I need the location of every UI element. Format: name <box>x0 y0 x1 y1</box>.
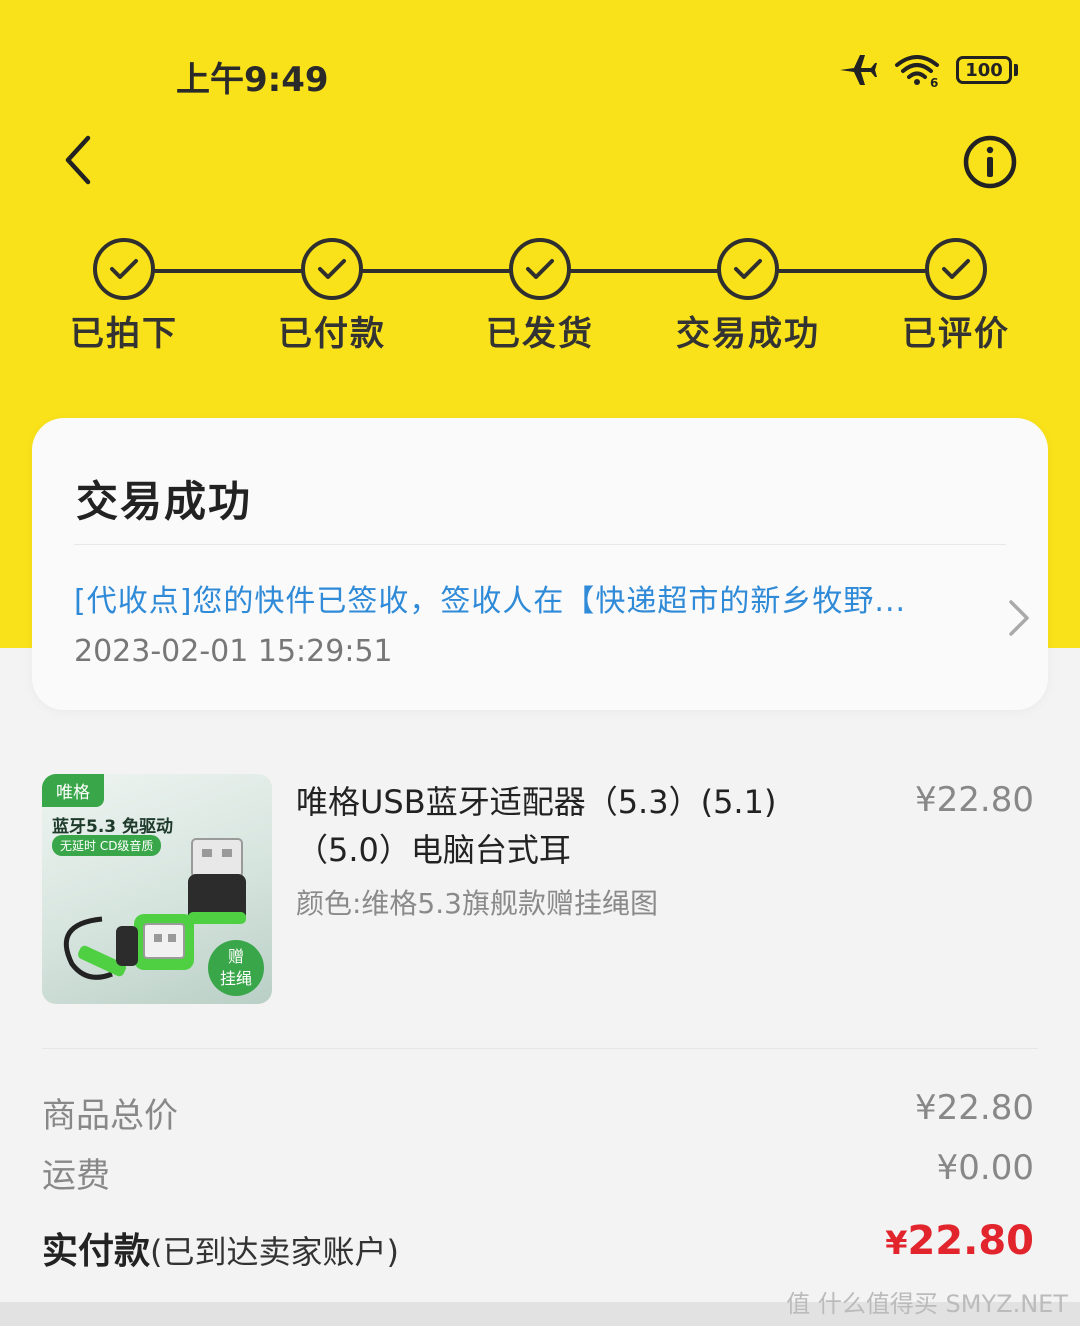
paid-note: (已到达卖家账户) <box>150 1233 399 1271</box>
divider <box>74 544 1006 545</box>
gift-line-2: 挂绳 <box>219 969 252 988</box>
paid-amount: ¥22.80 <box>885 1218 1034 1264</box>
paid-value: 22.80 <box>907 1218 1034 1264</box>
paid-label: 实付款(已到达卖家账户) <box>42 1222 399 1274</box>
product-image[interactable]: 唯格 蓝牙5.3 免驱动 无延时 CD级音质 赠 挂绳 <box>42 774 272 1004</box>
divider <box>42 1048 1038 1049</box>
step-check-icon <box>93 238 155 300</box>
progress-step: 已评价 <box>866 238 1046 355</box>
status-icons: 6 100 <box>838 52 1018 88</box>
progress-step: 已拍下 <box>34 238 214 355</box>
order-status-title: 交易成功 <box>76 477 253 526</box>
product-spec: 颜色:维格5.3旗舰款赠挂绳图 <box>296 887 658 920</box>
gift-line-1: 赠 <box>227 947 244 966</box>
progress-step: 交易成功 <box>658 238 838 355</box>
order-progress: 已拍下 已付款 已发货 交易成功 已评价 <box>0 238 1080 358</box>
image-gift-badge: 赠 挂绳 <box>208 940 264 996</box>
step-check-icon <box>717 238 779 300</box>
step-label: 已拍下 <box>70 314 178 354</box>
step-check-icon <box>925 238 987 300</box>
goods-total-value: ¥22.80 <box>915 1088 1034 1128</box>
product-title[interactable]: 唯格USB蓝牙适配器（5.3）(5.1)（5.0）电脑台式耳 <box>296 778 856 874</box>
back-button[interactable] <box>56 132 112 188</box>
chevron-right-icon[interactable] <box>1006 598 1032 638</box>
svg-text:6: 6 <box>930 76 938 88</box>
progress-step: 已发货 <box>450 238 630 355</box>
paid-currency: ¥ <box>885 1224 908 1262</box>
logistics-row[interactable]: [代收点]您的快件已签收，签收人在【快递超市的新乡牧野... 2023-02-0… <box>74 568 1034 678</box>
step-label: 交易成功 <box>676 314 820 354</box>
order-status-card: 交易成功 [代收点]您的快件已签收，签收人在【快递超市的新乡牧野... 2023… <box>32 418 1048 710</box>
battery-level: 100 <box>956 56 1012 84</box>
airplane-icon <box>840 55 877 85</box>
info-icon <box>963 135 1017 189</box>
step-check-icon <box>509 238 571 300</box>
info-button[interactable] <box>962 134 1018 190</box>
wifi-icon: 6 <box>895 55 939 88</box>
status-time: 上午9:49 <box>176 60 329 100</box>
goods-total-label: 商品总价 <box>42 1096 178 1136</box>
product-item[interactable]: 唯格 蓝牙5.3 免驱动 无延时 CD级音质 赠 挂绳 唯格USB蓝牙适配器（5… <box>42 774 1042 1006</box>
logistics-timestamp: 2023-02-01 15:29:51 <box>74 634 393 669</box>
battery-icon: 100 <box>956 56 1018 84</box>
step-check-icon <box>301 238 363 300</box>
product-price: ¥22.80 <box>915 780 1034 820</box>
goods-total-row: 商品总价 ¥22.80 <box>42 1088 1038 1138</box>
shipping-row: 运费 ¥0.00 <box>42 1148 1038 1198</box>
step-label: 已付款 <box>278 314 386 354</box>
status-bar: 上午9:49 6 100 <box>0 40 1080 110</box>
step-label: 已评价 <box>902 314 1010 354</box>
paid-row: 实付款(已到达卖家账户) ¥22.80 <box>42 1218 1038 1274</box>
paid-label-main: 实付款 <box>42 1231 151 1272</box>
logistics-status-text[interactable]: [代收点]您的快件已签收，签收人在【快递超市的新乡牧野... <box>74 576 934 620</box>
shipping-label: 运费 <box>42 1156 110 1196</box>
chevron-left-icon <box>65 135 91 185</box>
step-label: 已发货 <box>486 314 594 354</box>
progress-step: 已付款 <box>242 238 422 355</box>
shipping-value: ¥0.00 <box>936 1148 1034 1188</box>
watermark: 值 什么值得买 SMYZ.NET <box>786 1290 1068 1318</box>
